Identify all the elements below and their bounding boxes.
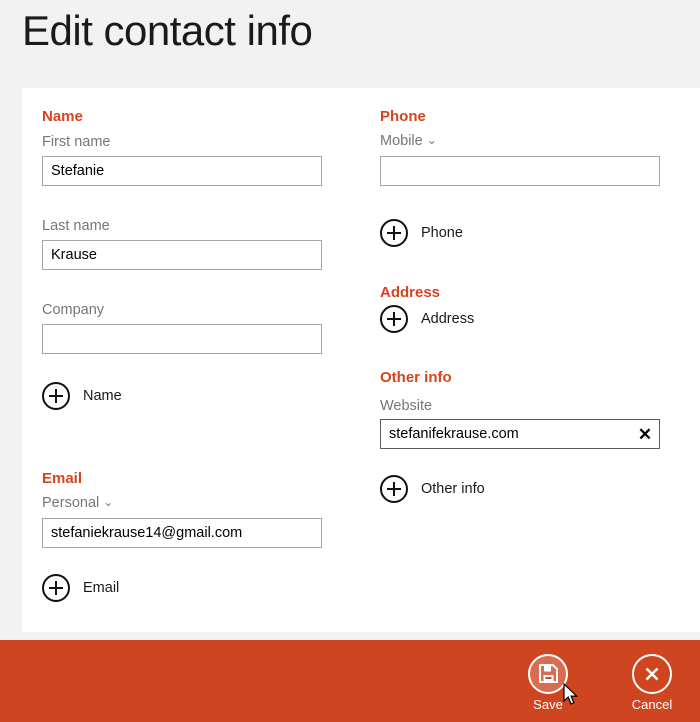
first-name-input-wrap — [42, 156, 322, 186]
clear-website-icon[interactable]: ✕ — [631, 420, 659, 448]
add-email-label: Email — [83, 580, 119, 596]
website-field: Website — [380, 396, 432, 416]
last-name-input[interactable] — [42, 240, 322, 270]
cancel-label: Cancel — [632, 697, 672, 713]
add-name-label: Name — [83, 388, 122, 404]
phone-type-value: Mobile — [380, 131, 423, 151]
email-input-wrap — [42, 518, 322, 548]
plus-circle-icon — [42, 574, 70, 602]
email-type-value: Personal — [42, 493, 99, 513]
company-field: Company — [42, 300, 104, 320]
add-other-info-label: Other info — [421, 481, 485, 497]
add-email-button[interactable]: Email — [42, 574, 119, 602]
phone-section: Phone — [380, 108, 426, 126]
other-info-section: Other info — [380, 369, 452, 387]
website-input[interactable] — [380, 419, 660, 449]
website-label: Website — [380, 396, 432, 416]
plus-circle-icon — [42, 382, 70, 410]
add-address-label: Address — [421, 311, 474, 327]
email-input[interactable] — [42, 518, 322, 548]
chevron-down-icon: ⌄ — [427, 133, 437, 147]
add-name-button[interactable]: Name — [42, 382, 122, 410]
add-other-info-button[interactable]: Other info — [380, 475, 485, 503]
first-name-field: First name — [42, 132, 111, 152]
email-section-header: Email — [42, 470, 82, 488]
first-name-label: First name — [42, 132, 111, 152]
address-section: Address — [380, 284, 440, 302]
last-name-input-wrap — [42, 240, 322, 270]
add-address-button[interactable]: Address — [380, 305, 474, 333]
bottom-app-bar: Save Cancel — [0, 640, 700, 722]
app-bar-actions: Save Cancel — [512, 640, 688, 722]
phone-section-header: Phone — [380, 108, 426, 126]
email-type-dropdown[interactable]: Personal ⌄ — [42, 493, 113, 513]
last-name-field: Last name — [42, 216, 110, 236]
plus-circle-icon — [380, 219, 408, 247]
chevron-down-icon: ⌄ — [103, 495, 113, 509]
add-phone-label: Phone — [421, 225, 463, 241]
page-title: Edit contact info — [22, 2, 312, 60]
website-input-wrap: ✕ — [380, 419, 660, 449]
phone-input-wrap — [380, 156, 660, 186]
address-section-header: Address — [380, 284, 440, 302]
other-info-section-header: Other info — [380, 369, 452, 387]
save-button[interactable]: Save — [512, 650, 584, 713]
phone-type-dropdown[interactable]: Mobile ⌄ — [380, 131, 437, 151]
save-label: Save — [533, 697, 563, 713]
company-input[interactable] — [42, 324, 322, 354]
plus-circle-icon — [380, 475, 408, 503]
phone-input[interactable] — [380, 156, 660, 186]
save-floppy-icon — [528, 654, 568, 694]
email-section: Email — [42, 470, 82, 488]
add-phone-button[interactable]: Phone — [380, 219, 463, 247]
close-x-icon — [632, 654, 672, 694]
name-section: Name — [42, 108, 83, 126]
company-label: Company — [42, 300, 104, 320]
first-name-input[interactable] — [42, 156, 322, 186]
last-name-label: Last name — [42, 216, 110, 236]
name-section-header: Name — [42, 108, 83, 126]
plus-circle-icon — [380, 305, 408, 333]
company-input-wrap — [42, 324, 322, 354]
contact-form-panel: Name First name Last name Company Name E… — [22, 88, 700, 632]
cancel-button[interactable]: Cancel — [616, 650, 688, 713]
